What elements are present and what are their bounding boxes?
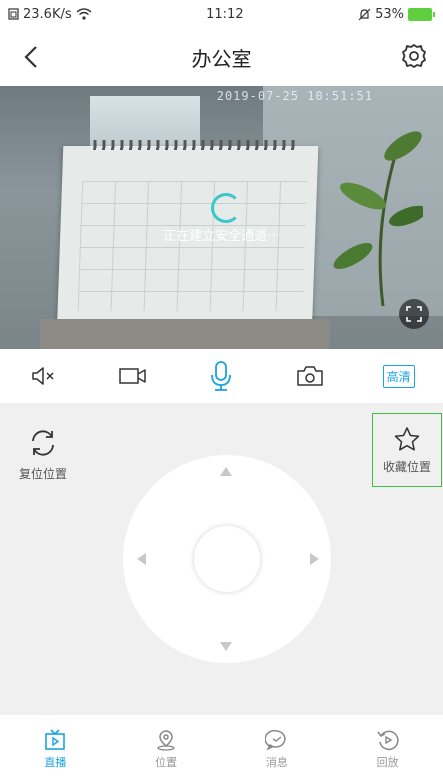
- status-right: 53%: [358, 7, 435, 22]
- playback-icon: [377, 730, 399, 751]
- video-timestamp: 2019-07-25 10:51:51: [216, 89, 373, 103]
- message-icon: [264, 729, 286, 751]
- mute-button[interactable]: [22, 356, 66, 396]
- tab-location[interactable]: 位置: [136, 728, 196, 770]
- battery-percent: 53%: [375, 6, 404, 22]
- settings-button[interactable]: [399, 41, 429, 71]
- pan-down-icon[interactable]: [220, 642, 232, 651]
- tab-playback[interactable]: 回放: [358, 728, 418, 770]
- status-left: 23.6K/s: [8, 7, 92, 22]
- snapshot-button[interactable]: [288, 356, 332, 396]
- video-scene-plant: [333, 131, 423, 306]
- quality-button[interactable]: 高清: [377, 356, 421, 396]
- microphone-button[interactable]: [199, 356, 243, 396]
- favorite-position-button[interactable]: 收藏位置: [372, 413, 442, 487]
- favorite-position-label: 收藏位置: [382, 460, 431, 474]
- back-chevron-icon: [24, 46, 37, 68]
- speaker-mute-icon: [32, 367, 54, 385]
- page-title: 办公室: [191, 46, 252, 71]
- tab-live[interactable]: 直播: [25, 728, 85, 770]
- loading-text: 正在建立安全通道···: [163, 229, 280, 244]
- ptz-control-panel: 复位位置 收藏位置: [0, 403, 443, 715]
- fullscreen-button[interactable]: [399, 299, 429, 329]
- tab-messages[interactable]: 消息: [247, 728, 307, 770]
- quality-label: 高清: [382, 364, 415, 388]
- sim-icon: [8, 8, 19, 20]
- battery-icon: [408, 7, 435, 21]
- tab-messages-label: 消息: [265, 756, 288, 769]
- media-toolbar: 高清: [0, 349, 443, 403]
- alarm-off-icon: [358, 8, 371, 20]
- tab-live-label: 直播: [44, 756, 67, 769]
- microphone-icon: [211, 361, 232, 391]
- pan-left-icon[interactable]: [137, 553, 146, 565]
- live-video-feed[interactable]: 2019-07-25 10:51:51 正在建立安全通道···: [0, 86, 443, 349]
- reset-position-label: 复位位置: [18, 467, 67, 481]
- tab-location-label: 位置: [155, 756, 178, 769]
- clock: 11:12: [206, 6, 244, 22]
- reset-position-button[interactable]: 复位位置: [18, 427, 68, 482]
- camera-icon: [297, 366, 323, 386]
- pan-right-icon[interactable]: [310, 553, 319, 565]
- fullscreen-icon: [406, 306, 422, 322]
- tab-playback-label: 回放: [376, 756, 399, 769]
- wifi-icon: [76, 8, 92, 20]
- direction-pad-center[interactable]: [194, 526, 260, 592]
- direction-pad[interactable]: [123, 455, 331, 663]
- loading-spinner-icon: [211, 193, 241, 223]
- gear-icon: [402, 44, 426, 68]
- tv-play-icon: [45, 729, 66, 750]
- location-pin-icon: [157, 730, 175, 751]
- record-button[interactable]: [111, 356, 155, 396]
- header: 办公室: [0, 28, 443, 86]
- status-bar: 23.6K/s 11:12 53%: [0, 0, 443, 28]
- video-record-icon: [119, 368, 146, 384]
- refresh-icon: [32, 430, 54, 456]
- bottom-tab-bar: 直播 位置 消息 回放: [0, 715, 443, 780]
- pan-up-icon[interactable]: [220, 467, 232, 476]
- video-scene-shelf: [40, 319, 330, 349]
- net-speed: 23.6K/s: [23, 6, 72, 22]
- back-button[interactable]: [18, 42, 46, 72]
- star-icon: [394, 427, 420, 451]
